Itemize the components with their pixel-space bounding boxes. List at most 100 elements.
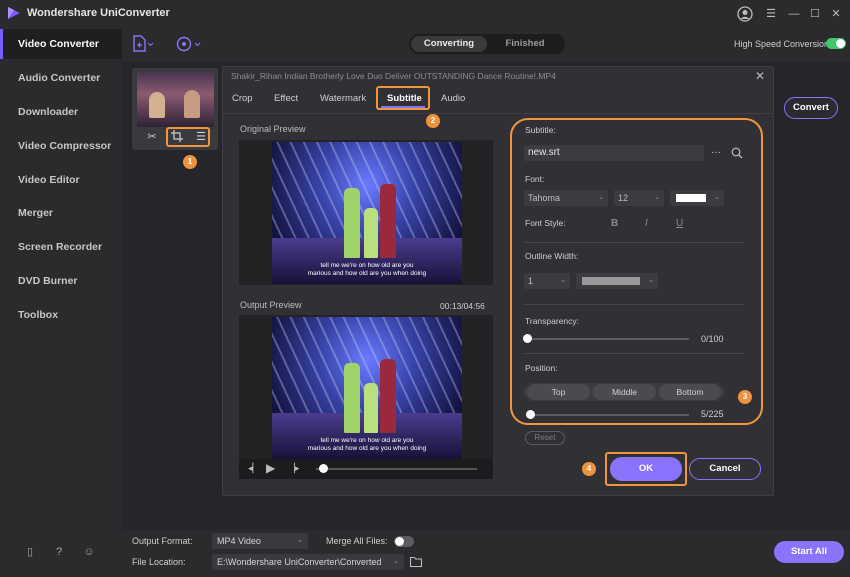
add-file-icon[interactable] [132, 35, 154, 53]
book-icon[interactable]: ▯ [23, 545, 37, 559]
font-style-label: Font Style: [525, 218, 566, 228]
merge-all-label: Merge All Files: [326, 536, 388, 546]
sidebar-item-downloader[interactable]: Downloader [0, 97, 122, 127]
subtitle-file-field[interactable]: new.srt [524, 145, 704, 161]
position-label: Position: [525, 363, 558, 373]
output-format-select[interactable]: MP4 Video ⌄ [212, 533, 308, 549]
original-preview-video: tell me we're on how old are you marious… [272, 142, 462, 284]
sidebar-item-screen-recorder[interactable]: Screen Recorder [0, 232, 122, 262]
sidebar-item-video-converter[interactable]: Video Converter [0, 29, 122, 59]
outline-color-swatch [582, 277, 640, 285]
seek-bar[interactable] [316, 468, 477, 470]
chevron-down-icon: ⌄ [560, 277, 566, 284]
high-speed-toggle[interactable] [826, 38, 846, 49]
video-thumbnail[interactable] [137, 72, 214, 127]
sidebar-item-toolbox[interactable]: Toolbox [0, 300, 122, 330]
maximize-icon[interactable]: ☐ [807, 6, 823, 22]
italic-icon[interactable]: I [645, 218, 648, 229]
bold-icon[interactable]: B [611, 218, 618, 229]
underline-icon[interactable]: U [676, 218, 683, 229]
folder-icon[interactable] [409, 556, 423, 570]
subtitle-label: Subtitle: [525, 125, 556, 135]
transparency-value: 0/100 [701, 334, 724, 344]
transparency-handle[interactable] [523, 334, 532, 343]
font-size-select[interactable]: 12 ⌄ [614, 190, 664, 206]
position-handle[interactable] [526, 410, 535, 419]
subtitle-tab-highlight [376, 86, 430, 110]
output-format-label: Output Format: [132, 536, 193, 546]
subtitle-settings-highlight [510, 118, 763, 425]
app-window: Wondershare UniConverter ☰ — ☐ ✕ Video C… [0, 0, 850, 577]
trim-icon[interactable]: ✂ [145, 130, 159, 144]
outline-width-label: Outline Width: [525, 251, 579, 261]
step-badge-1: 1 [183, 155, 197, 169]
prev-frame-icon[interactable]: ◂▏ [248, 463, 259, 474]
tab-converting[interactable]: Converting [411, 36, 487, 52]
tab-watermark[interactable]: Watermark [320, 93, 366, 104]
position-top-button[interactable]: Top [527, 384, 590, 400]
minimize-icon[interactable]: — [786, 6, 802, 22]
sidebar-item-audio-converter[interactable]: Audio Converter [0, 63, 122, 93]
tab-crop[interactable]: Crop [232, 93, 253, 104]
status-tabs: Converting Finished [409, 34, 565, 54]
play-icon[interactable]: ▶ [266, 461, 275, 475]
file-location-label: File Location: [132, 557, 186, 567]
dialog-filename: Shakir_Rihan Indian Brotherly Love Duo D… [231, 71, 556, 81]
seek-handle[interactable] [319, 464, 328, 473]
step-badge-2: 2 [426, 114, 440, 128]
menu-icon[interactable]: ☰ [763, 6, 779, 22]
next-frame-icon[interactable]: ▕▸ [288, 463, 299, 474]
chevron-down-icon: ⌄ [297, 537, 303, 544]
users-icon[interactable]: ☺ [82, 545, 96, 559]
sidebar-item-video-editor[interactable]: Video Editor [0, 165, 122, 195]
dialog-close-icon[interactable]: ✕ [754, 70, 766, 82]
sidebar-item-video-compressor[interactable]: Video Compressor [0, 131, 122, 161]
settings-divider [524, 242, 744, 243]
position-bottom-button[interactable]: Bottom [659, 384, 721, 400]
original-preview-label: Original Preview [240, 124, 306, 134]
font-select-value: Tahoma [528, 193, 561, 203]
account-icon[interactable] [737, 6, 753, 22]
merge-all-toggle[interactable] [394, 536, 414, 547]
position-middle-button[interactable]: Middle [593, 384, 656, 400]
tab-effect[interactable]: Effect [274, 93, 298, 104]
playback-time: 00:13/04:56 [440, 301, 485, 311]
tab-audio[interactable]: Audio [441, 93, 465, 104]
chevron-down-icon: ⌄ [648, 277, 654, 284]
position-value: 5/225 [701, 409, 724, 419]
output-preview-label: Output Preview [240, 300, 302, 310]
close-window-icon[interactable]: ✕ [828, 6, 844, 22]
help-icon[interactable]: ? [52, 545, 66, 559]
app-title: Wondershare UniConverter [27, 7, 170, 19]
file-location-select[interactable]: E:\Wondershare UniConverter\Converted ⌄ [212, 554, 404, 570]
outline-width-value: 1 [528, 276, 534, 286]
file-location-value: E:\Wondershare UniConverter\Converted [217, 557, 382, 567]
output-caption-line1: tell me we're on how old are you [320, 437, 414, 444]
more-options-icon[interactable]: ··· [711, 147, 721, 158]
ok-button[interactable]: OK [610, 457, 682, 481]
cancel-button[interactable]: Cancel [689, 458, 761, 480]
start-all-button[interactable]: Start All [774, 541, 844, 563]
reset-button[interactable]: Reset [525, 431, 565, 445]
original-caption-line2: marious and how old are you when doing [307, 270, 427, 277]
tab-finished[interactable]: Finished [487, 36, 563, 52]
convert-button[interactable]: Convert [784, 97, 838, 119]
chevron-down-icon: ⌄ [654, 194, 660, 201]
chevron-down-icon: ⌄ [393, 558, 399, 565]
sidebar-item-merger[interactable]: Merger [0, 198, 122, 228]
add-media-icon[interactable] [176, 35, 202, 53]
search-icon[interactable] [731, 147, 743, 162]
font-size-value: 12 [618, 193, 629, 203]
font-color-select[interactable]: ⌄ [670, 190, 724, 206]
position-slider[interactable] [528, 414, 689, 416]
sidebar-item-dvd-burner[interactable]: DVD Burner [0, 266, 122, 296]
transparency-slider[interactable] [526, 338, 689, 340]
outline-width-select[interactable]: 1 ⌄ [524, 273, 570, 289]
position-buttons: Top Middle Bottom [524, 383, 724, 401]
font-label: Font: [525, 174, 545, 184]
outline-color-select[interactable]: ⌄ [576, 273, 658, 289]
dialog-divider [222, 113, 774, 114]
output-preview-video: tell me we're on how old are you marious… [272, 317, 462, 459]
font-select[interactable]: Tahoma ⌄ [524, 190, 608, 206]
step-badge-3: 3 [738, 390, 752, 404]
